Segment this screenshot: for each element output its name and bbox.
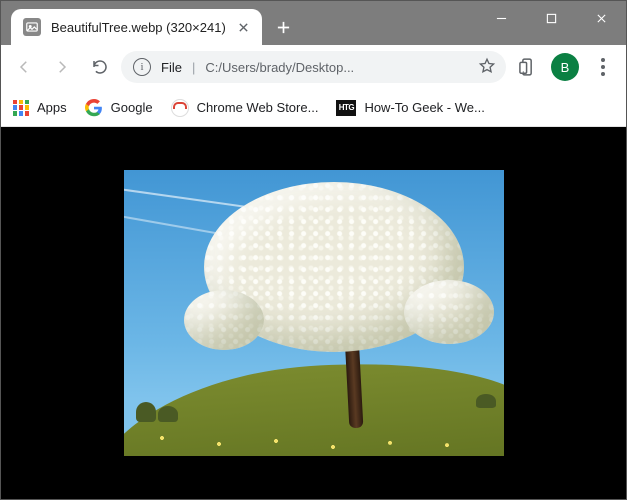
bookmark-star-icon[interactable] [478, 57, 496, 78]
close-button[interactable] [576, 1, 626, 35]
apps-grid-icon [13, 100, 29, 116]
forward-button[interactable] [45, 50, 79, 84]
active-tab[interactable]: BeautifulTree.webp (320×241) [11, 9, 262, 45]
window-controls [476, 1, 626, 35]
menu-button[interactable] [586, 50, 620, 84]
google-icon [85, 99, 103, 117]
titlebar: BeautifulTree.webp (320×241) [1, 1, 626, 45]
htg-icon: HTG [336, 100, 356, 116]
tab-title: BeautifulTree.webp (320×241) [51, 20, 226, 35]
new-tab-button[interactable] [270, 13, 298, 41]
minimize-button[interactable] [476, 1, 526, 35]
bookmark-label: Chrome Web Store... [197, 100, 319, 115]
displayed-image [124, 170, 504, 456]
bookmarks-bar: Apps Google Chrome Web Store... HTG How-… [1, 89, 626, 127]
address-bar[interactable]: i File | C:/Users/brady/Desktop... [121, 51, 506, 83]
url-path: C:/Users/brady/Desktop... [205, 60, 468, 75]
tab-close-icon[interactable] [236, 19, 252, 35]
reload-button[interactable] [83, 50, 117, 84]
maximize-button[interactable] [526, 1, 576, 35]
send-to-devices-icon[interactable] [510, 50, 544, 84]
url-type-label: File [161, 60, 182, 75]
avatar-letter: B [561, 60, 570, 75]
browser-window: BeautifulTree.webp (320×241) i File | C:… [0, 0, 627, 500]
image-icon [23, 18, 41, 36]
bookmark-how-to-geek[interactable]: HTG How-To Geek - We... [336, 100, 484, 116]
content-viewport [1, 127, 626, 499]
back-button[interactable] [7, 50, 41, 84]
bookmark-chrome-web-store[interactable]: Chrome Web Store... [171, 99, 319, 117]
chrome-web-store-icon [171, 99, 189, 117]
toolbar: i File | C:/Users/brady/Desktop... B [1, 45, 626, 89]
bookmark-label: How-To Geek - We... [364, 100, 484, 115]
bookmark-label: Google [111, 100, 153, 115]
bookmark-label: Apps [37, 100, 67, 115]
profile-avatar[interactable]: B [548, 50, 582, 84]
bookmark-apps[interactable]: Apps [13, 100, 67, 116]
bookmark-google[interactable]: Google [85, 99, 153, 117]
url-separator: | [192, 60, 195, 75]
kebab-icon [601, 58, 605, 76]
site-info-icon[interactable]: i [133, 58, 151, 76]
